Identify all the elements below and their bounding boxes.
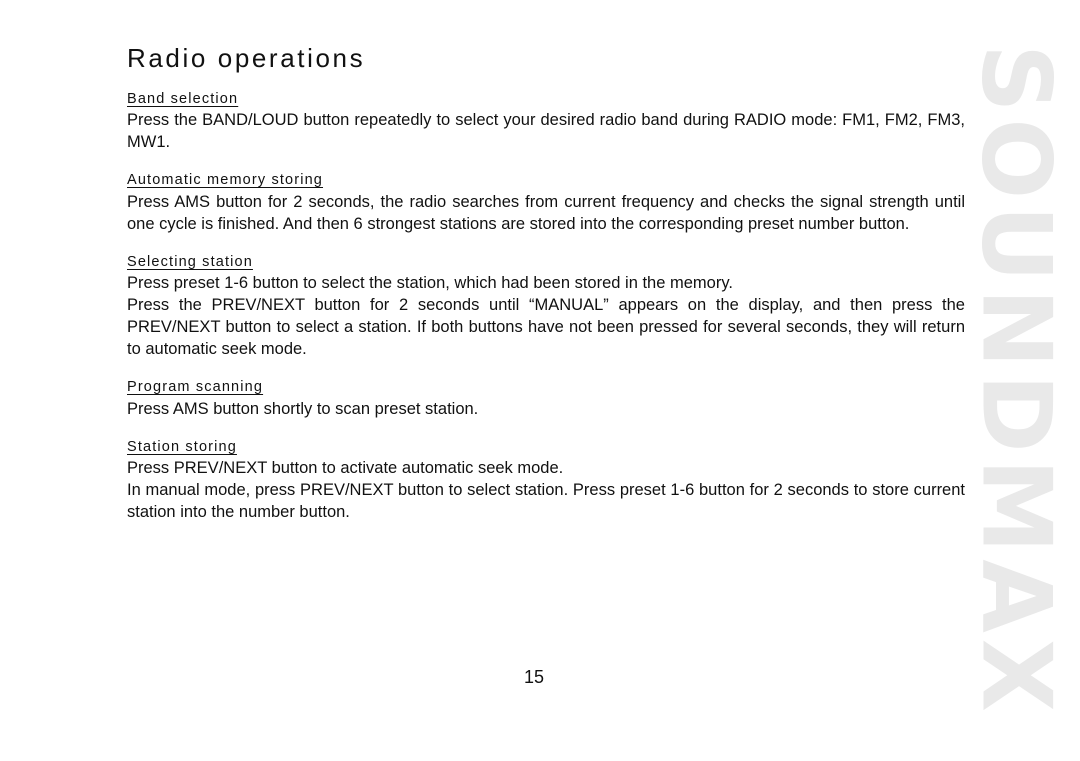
section-paragraph: Press the PREV/NEXT button for 2 seconds… (127, 296, 965, 359)
section-heading-station-storing: Station storing (127, 438, 237, 455)
section-paragraph: Press AMS button for 2 seconds, the radi… (127, 192, 965, 233)
section-program-scanning: Program scanning Press AMS button shortl… (127, 378, 965, 421)
page-content: Radio operations Band selection Press th… (127, 43, 965, 524)
section-selecting-station: Selecting station Press preset 1-6 butto… (127, 253, 965, 361)
manual-page: SOUNDMAX Radio operations Band selection… (0, 0, 1080, 761)
section-heading-program-scanning: Program scanning (127, 379, 264, 396)
section-paragraph: Press preset 1-6 button to select the st… (127, 274, 733, 293)
section-heading-selecting-station: Selecting station (127, 253, 253, 270)
section-heading-automatic-memory-storing: Automatic memory storing (127, 172, 324, 189)
brand-watermark: SOUNDMAX (950, 0, 1080, 761)
page-number: 15 (0, 668, 1080, 686)
section-band-selection: Band selection Press the BAND/LOUD butto… (127, 90, 965, 154)
section-paragraph: Press the BAND/LOUD button repeatedly to… (127, 111, 965, 152)
section-heading-band-selection: Band selection (127, 90, 239, 107)
soundmax-watermark-text: SOUNDMAX (960, 44, 1071, 718)
section-paragraph: In manual mode, press PREV/NEXT button t… (127, 481, 965, 522)
section-automatic-memory-storing: Automatic memory storing Press AMS butto… (127, 171, 965, 235)
section-paragraph: Press AMS button shortly to scan preset … (127, 399, 479, 418)
page-title: Radio operations (127, 43, 366, 73)
section-station-storing: Station storing Press PREV/NEXT button t… (127, 438, 965, 524)
page-number-value: 15 (523, 667, 545, 687)
section-paragraph: Press PREV/NEXT button to activate autom… (127, 459, 564, 478)
